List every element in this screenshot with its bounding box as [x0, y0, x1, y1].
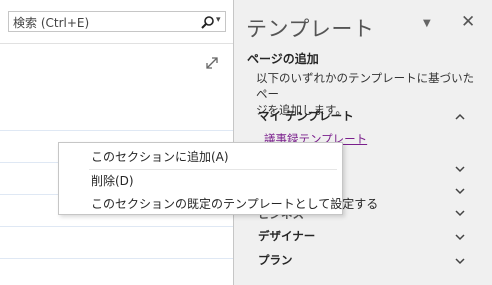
chevron-down-icon[interactable]: [454, 256, 466, 266]
search-icon[interactable]: [200, 15, 216, 29]
context-menu: このセクションに追加(A) 削除(D) このセクションの既定のテンプレートとして…: [58, 142, 378, 215]
close-icon[interactable]: ✕: [461, 12, 475, 32]
chevron-up-icon[interactable]: [454, 112, 466, 122]
pane-title: テンプレート: [246, 17, 375, 41]
description-line: 以下のいずれかのテンプレートに基づいたペー: [256, 71, 475, 101]
category-plan[interactable]: プラン: [258, 252, 293, 268]
chevron-down-icon[interactable]: [454, 186, 466, 196]
menu-divider: [89, 169, 337, 170]
menu-item-delete[interactable]: 削除(D): [91, 172, 134, 189]
section-heading: ページの追加: [247, 52, 319, 66]
note-rule-line: [0, 226, 233, 227]
category-my-templates[interactable]: マイ テンプレート: [258, 108, 354, 124]
menu-item-add-to-section[interactable]: このセクションに追加(A): [91, 148, 229, 165]
note-rule-line: [0, 130, 233, 131]
chevron-down-icon[interactable]: [454, 232, 466, 242]
pane-options-icon[interactable]: ▼: [423, 18, 431, 29]
title-divider: [0, 43, 233, 44]
search-scope-dropdown-icon[interactable]: ▾: [216, 15, 221, 25]
note-rule-line: [0, 258, 233, 259]
chevron-down-icon[interactable]: [454, 208, 466, 218]
expand-icon[interactable]: [205, 56, 219, 70]
search-input[interactable]: 検索 (Ctrl+E): [13, 14, 89, 31]
menu-item-set-default[interactable]: このセクションの既定のテンプレートとして設定する: [91, 195, 378, 212]
category-designer[interactable]: デザイナー: [258, 228, 315, 244]
chevron-down-icon[interactable]: [454, 164, 466, 174]
search-box[interactable]: 検索 (Ctrl+E) ▾: [8, 11, 226, 32]
